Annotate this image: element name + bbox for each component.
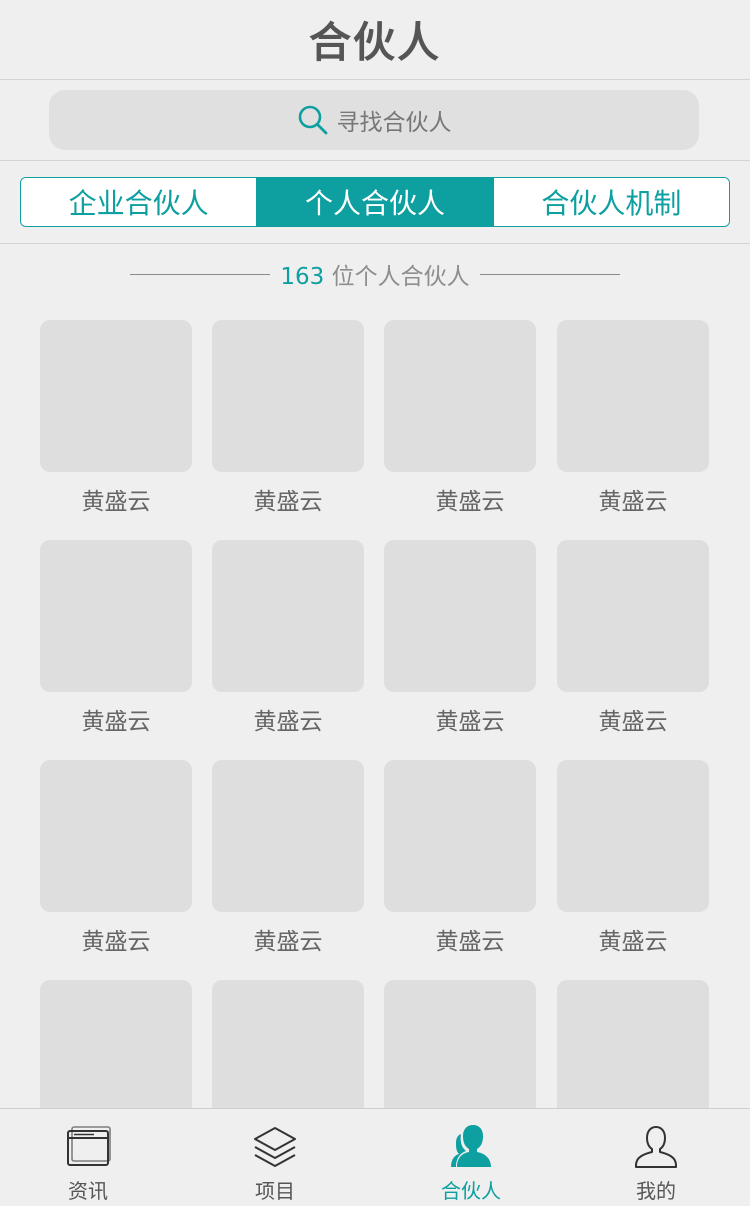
- avatar: [40, 540, 192, 692]
- profile-icon: [635, 1126, 677, 1168]
- partner-count: 163 位个人合伙人: [280, 257, 469, 291]
- partner-card[interactable]: [212, 980, 364, 1108]
- tab-partner-mechanism[interactable]: 合伙人机制: [492, 178, 729, 226]
- segment-section: 企业合伙人 个人合伙人 合伙人机制: [0, 161, 750, 244]
- partner-name: 黄盛云: [598, 929, 668, 955]
- news-icon: [67, 1126, 111, 1166]
- bottom-tab-bar: 资讯 项目 合伙人 我的: [0, 1108, 750, 1206]
- avatar: [557, 540, 709, 692]
- partner-card[interactable]: 黄盛云: [384, 760, 536, 960]
- tabbar-label-profile: 我的: [636, 1179, 676, 1203]
- partner-card[interactable]: 黄盛云: [212, 540, 364, 740]
- partner-card[interactable]: 黄盛云: [384, 320, 536, 520]
- partner-card[interactable]: 黄盛云: [557, 760, 709, 960]
- partners-icon: [451, 1125, 491, 1167]
- avatar: [384, 980, 536, 1108]
- partner-name: 黄盛云: [253, 489, 323, 515]
- partner-card[interactable]: [384, 980, 536, 1108]
- top-bar: 合伙人: [0, 0, 750, 80]
- partner-name: 黄盛云: [435, 489, 505, 515]
- avatar: [40, 980, 192, 1108]
- tabbar-item-projects[interactable]: 项目: [205, 1109, 345, 1206]
- page-title: 合伙人: [308, 18, 441, 67]
- search-icon: [298, 105, 327, 135]
- tabbar-label-projects: 项目: [255, 1179, 295, 1203]
- partner-name: 黄盛云: [81, 709, 151, 735]
- partner-count-row: 163 位个人合伙人: [0, 252, 750, 296]
- avatar: [557, 980, 709, 1108]
- avatar: [212, 980, 364, 1108]
- partner-name: 黄盛云: [598, 489, 668, 515]
- tabbar-label-news: 资讯: [68, 1179, 108, 1203]
- partner-name: 黄盛云: [81, 489, 151, 515]
- avatar: [384, 540, 536, 692]
- partner-name: 黄盛云: [253, 709, 323, 735]
- partner-name: 黄盛云: [253, 929, 323, 955]
- layers-icon: [254, 1127, 296, 1167]
- tabbar-item-news[interactable]: 资讯: [18, 1109, 158, 1206]
- search-input[interactable]: 寻找合伙人: [49, 90, 699, 150]
- partner-count-label: 位个人合伙人: [331, 264, 470, 290]
- tabbar-item-partners[interactable]: 合伙人: [401, 1109, 541, 1206]
- avatar: [384, 320, 536, 472]
- partner-name: 黄盛云: [598, 709, 668, 735]
- avatar: [40, 320, 192, 472]
- partner-card[interactable]: 黄盛云: [40, 540, 192, 740]
- partner-card[interactable]: 黄盛云: [212, 760, 364, 960]
- search-section: 寻找合伙人: [0, 80, 750, 161]
- avatar: [212, 760, 364, 912]
- tabbar-label-partners: 合伙人: [441, 1179, 501, 1203]
- search-placeholder: 寻找合伙人: [336, 110, 452, 136]
- divider-left: [130, 273, 271, 275]
- avatar: [557, 760, 709, 912]
- partner-count-number: 163: [280, 264, 325, 290]
- partner-grid: 黄盛云 黄盛云 黄盛云 黄盛云 黄盛云 黄盛云 黄盛云 黄盛云 黄盛云 黄盛云 …: [0, 296, 750, 1108]
- avatar: [557, 320, 709, 472]
- partner-card[interactable]: 黄盛云: [40, 760, 192, 960]
- partner-card[interactable]: 黄盛云: [384, 540, 536, 740]
- segment-control: 企业合伙人 个人合伙人 合伙人机制: [20, 177, 730, 227]
- partner-card[interactable]: 黄盛云: [212, 320, 364, 520]
- avatar: [384, 760, 536, 912]
- tabbar-item-profile[interactable]: 我的: [586, 1109, 726, 1206]
- avatar: [212, 540, 364, 692]
- partner-card[interactable]: 黄盛云: [557, 540, 709, 740]
- tab-individual-partners[interactable]: 个人合伙人: [256, 178, 493, 226]
- divider-right: [479, 273, 620, 275]
- partner-card[interactable]: 黄盛云: [40, 320, 192, 520]
- partner-name: 黄盛云: [435, 709, 505, 735]
- avatar: [212, 320, 364, 472]
- avatar: [40, 760, 192, 912]
- tab-enterprise-partners[interactable]: 企业合伙人: [21, 178, 257, 226]
- partner-name: 黄盛云: [81, 929, 151, 955]
- partner-card[interactable]: [40, 980, 192, 1108]
- partner-card[interactable]: 黄盛云: [557, 320, 709, 520]
- partner-name: 黄盛云: [435, 929, 505, 955]
- partner-card[interactable]: [557, 980, 709, 1108]
